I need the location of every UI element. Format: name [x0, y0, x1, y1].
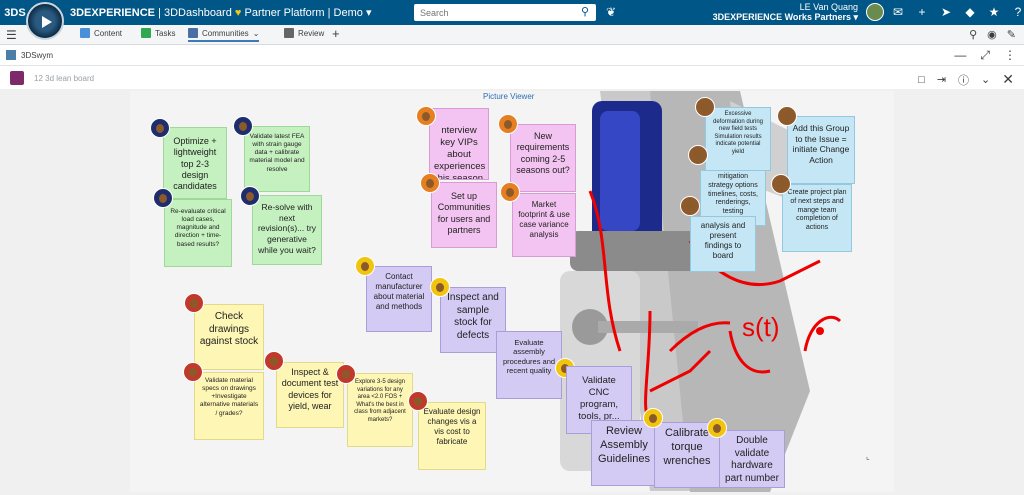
3ds-logo-icon[interactable]: 3DS	[4, 3, 26, 22]
tab-review[interactable]: Review	[284, 28, 324, 38]
chevron-down-icon[interactable]: ⌄	[253, 29, 260, 38]
avatar	[150, 118, 170, 138]
top-bar: 3DS 3DEXPERIENCE | 3DDashboard ♥ Partner…	[0, 0, 1024, 40]
tab-communities[interactable]: Communities ⌄	[188, 28, 260, 42]
avatar	[355, 256, 375, 276]
sticky-note[interactable]: analysis and present findings to board	[690, 216, 756, 272]
sticky-note[interactable]: Review Assembly Guidelines	[591, 420, 657, 486]
sticky-note[interactable]: Re-evaluate critical load cases, magnitu…	[164, 199, 232, 267]
avatar[interactable]	[866, 3, 884, 21]
sticky-note[interactable]: Evaluate assembly procedures and recent …	[496, 331, 562, 399]
avatar	[707, 418, 727, 438]
avatar	[233, 116, 253, 136]
avatar	[184, 293, 204, 313]
user-company: 3DEXPERIENCE Works Partners ▾	[712, 12, 858, 22]
avatar	[408, 391, 428, 411]
chevron-down-icon[interactable]: ⌄	[981, 73, 990, 86]
avatar	[416, 106, 436, 126]
widget-header: 3DSwym — ⤢ ⋮	[0, 46, 1024, 66]
tasks-icon	[141, 28, 151, 38]
share-icon[interactable]: ➤	[938, 4, 954, 20]
sticky-note[interactable]: Contact manufacturer about material and …	[366, 266, 432, 332]
review-icon	[284, 28, 294, 38]
sticky-note[interactable]: Validate material specs on drawings +Inv…	[194, 372, 264, 440]
widget-title: 3DSwym	[21, 51, 54, 60]
compass-icon[interactable]	[26, 2, 64, 40]
sticky-note[interactable]: Explore 3-5 design variations for any ar…	[347, 373, 413, 447]
chevron-down-icon[interactable]: ▾	[366, 7, 372, 19]
sticky-note[interactable]: Create project plan of next steps and ma…	[782, 184, 852, 252]
sticky-note[interactable]: nterview key VIPs about experiences this…	[429, 108, 489, 180]
menu-icon[interactable]: ☰	[6, 28, 17, 42]
avatar	[688, 145, 708, 165]
avatar	[498, 114, 518, 134]
communities-icon	[188, 28, 198, 38]
sticky-note[interactable]: Set up Communities for users and partner…	[431, 182, 497, 248]
avatar	[695, 97, 715, 117]
avatar	[240, 186, 260, 206]
avatar	[153, 188, 173, 208]
close-icon[interactable]: ✕	[1002, 71, 1014, 88]
comment-icon[interactable]: □	[918, 74, 925, 86]
help-icon[interactable]: ?	[1010, 4, 1024, 20]
sticky-note[interactable]: Check drawings against stock	[194, 304, 264, 370]
tab-content[interactable]: Content	[80, 28, 122, 38]
board-icon	[10, 71, 24, 85]
avatar	[183, 362, 203, 382]
sticky-note[interactable]: Inspect & document test devices for yiel…	[276, 362, 344, 428]
avatar	[643, 408, 663, 428]
maximize-icon[interactable]: ⤢	[980, 48, 990, 63]
avatar	[771, 174, 791, 194]
sticky-note[interactable]: Validate latest FEA with strain gauge da…	[244, 126, 310, 192]
comment-icon[interactable]: ✎	[1007, 28, 1016, 41]
apps-icon[interactable]: ★	[986, 4, 1002, 20]
view-icon[interactable]: ◉	[987, 28, 997, 41]
sticky-note[interactable]: Double validate hardware part number	[719, 430, 785, 488]
avatar	[336, 364, 356, 384]
network-icon[interactable]: ◆	[962, 4, 978, 20]
tag-icon[interactable]: ❦	[606, 5, 616, 19]
user-menu[interactable]: LE Van Quang 3DEXPERIENCE Works Partners…	[713, 2, 858, 22]
info-icon[interactable]: ⓘ	[958, 72, 969, 88]
platform-selector[interactable]: Partner Platform | Demo	[245, 7, 363, 19]
search-icon[interactable]: ⚲	[969, 28, 977, 41]
avatar	[264, 351, 284, 371]
minimize-icon[interactable]: —	[954, 48, 966, 63]
sticky-note[interactable]: Market footprint & use case variance ana…	[512, 193, 576, 257]
picture-viewer-label: Picture Viewer	[483, 92, 535, 101]
board-header: 12 3d lean board □ ⇥ ⓘ ⌄ ✕	[0, 67, 1024, 89]
axis-triad-icon: ⌞	[866, 452, 870, 461]
content-icon	[80, 28, 90, 38]
avatar	[420, 173, 440, 193]
avatar	[680, 196, 700, 216]
search-icon[interactable]: ⚲	[574, 4, 596, 21]
user-name: LE Van Quang	[799, 2, 858, 12]
avatar	[777, 106, 797, 126]
sticky-note[interactable]: Optimize + lightweight top 2-3 design ca…	[163, 127, 227, 199]
tab-tasks[interactable]: Tasks	[141, 28, 175, 38]
markup-annotation: s(t)	[742, 312, 780, 342]
export-icon[interactable]: ⇥	[937, 73, 946, 86]
add-tab-button[interactable]: +	[332, 26, 340, 41]
board-title: 12 3d lean board	[34, 74, 95, 83]
app-title: 3DEXPERIENCE | 3DDashboard ♥ Partner Pla…	[70, 7, 372, 19]
sticky-note[interactable]: Evaluate design changes vis a vis cost t…	[418, 402, 486, 470]
avatar	[500, 182, 520, 202]
search-input[interactable]	[414, 4, 596, 21]
sticky-note[interactable]: Add this Group to the Issue = initiate C…	[787, 116, 855, 184]
more-icon[interactable]: ⋮	[1004, 48, 1016, 63]
sticky-note[interactable]: New requirements coming 2-5 seasons out?	[510, 124, 576, 192]
sticky-note[interactable]: Re-solve with next revision(s)... try ge…	[252, 195, 322, 265]
tab-bar: ☰ Content Tasks Communities ⌄ Review + ⚲ …	[0, 25, 1024, 45]
avatar	[430, 277, 450, 297]
plus-icon[interactable]: +	[914, 4, 930, 20]
chat-icon[interactable]: ✉	[890, 4, 906, 20]
sticky-note[interactable]: Excessive deformation during new field t…	[705, 107, 771, 171]
widget-icon	[6, 50, 16, 60]
